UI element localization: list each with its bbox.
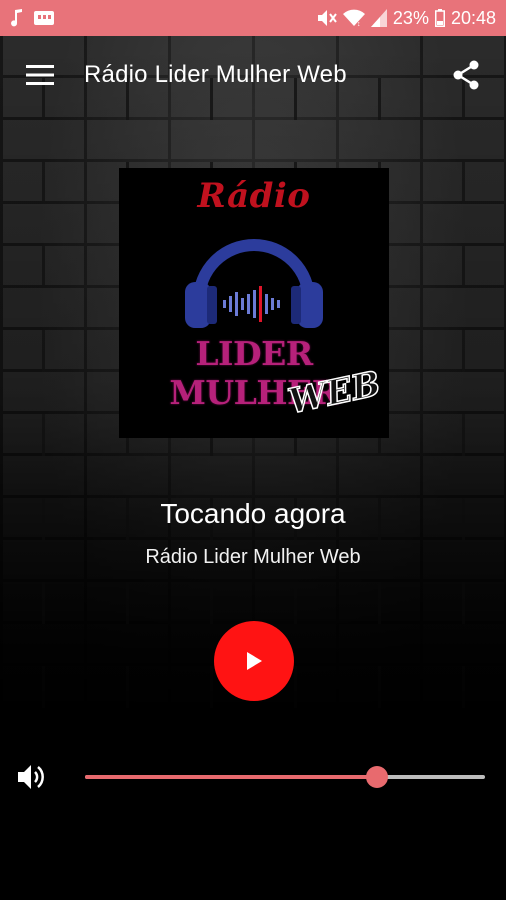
signal-icon bbox=[370, 9, 387, 27]
play-button[interactable] bbox=[214, 621, 294, 701]
status-bar: ↕ 23% 20:48 bbox=[0, 0, 506, 36]
play-icon bbox=[247, 652, 262, 670]
sd-card-icon bbox=[34, 10, 54, 26]
station-logo: Rádio LIDER MULHER WEB bbox=[119, 168, 389, 438]
wifi-icon: ↕ bbox=[342, 9, 365, 27]
app-bar: Rádio Lider Mulher Web bbox=[0, 36, 506, 114]
mute-icon bbox=[317, 9, 337, 27]
volume-icon[interactable] bbox=[16, 762, 48, 792]
headphones-icon bbox=[185, 239, 323, 328]
now-playing-label: Tocando agora bbox=[160, 498, 346, 529]
station-name: Rádio Lider Mulher Web bbox=[145, 546, 361, 568]
music-note-icon bbox=[10, 9, 24, 27]
battery-percent: 23% bbox=[392, 7, 429, 28]
page-title: Rádio Lider Mulher Web bbox=[84, 61, 347, 88]
volume-slider-fill bbox=[85, 775, 377, 779]
volume-control bbox=[0, 752, 506, 800]
battery-icon bbox=[434, 9, 445, 27]
share-icon[interactable] bbox=[448, 57, 484, 93]
hamburger-menu-icon[interactable] bbox=[22, 57, 58, 93]
volume-slider[interactable] bbox=[85, 766, 485, 788]
volume-slider-thumb[interactable] bbox=[366, 766, 388, 788]
svg-text:↕: ↕ bbox=[357, 21, 361, 27]
logo-text-radio: Rádio bbox=[197, 176, 311, 216]
clock: 20:48 bbox=[450, 7, 496, 28]
